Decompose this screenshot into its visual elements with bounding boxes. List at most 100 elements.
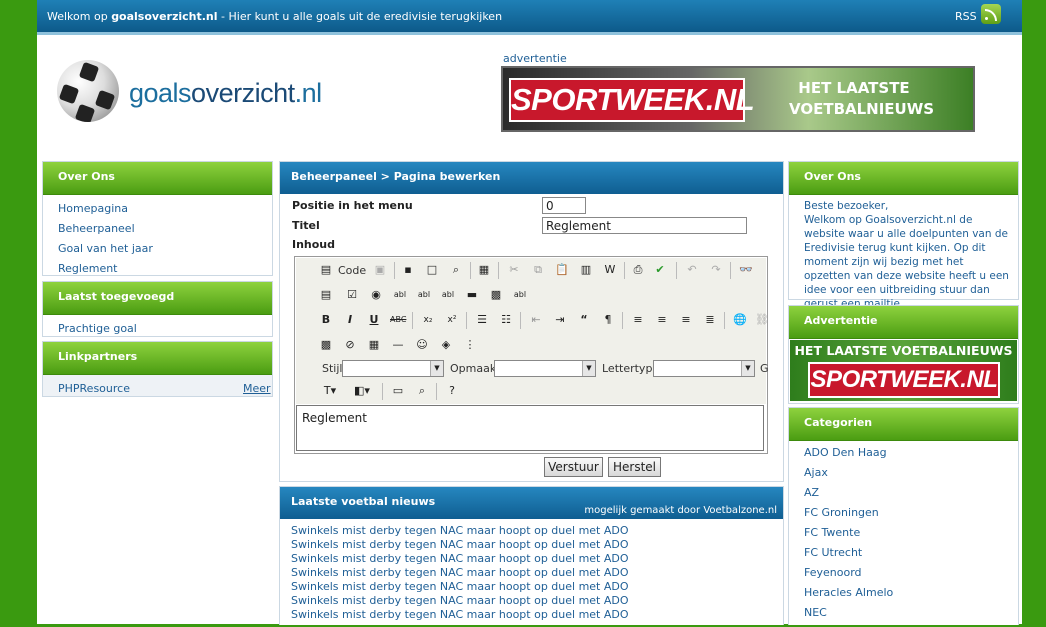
superscript-icon[interactable]: x² (444, 312, 460, 328)
rss-icon[interactable] (981, 4, 1001, 24)
copy-icon[interactable]: ⧉ (530, 262, 546, 278)
spellcheck-icon[interactable]: ✔ (652, 262, 668, 278)
code-button-label[interactable]: Code (338, 264, 366, 277)
print-icon[interactable]: ⎙ (630, 262, 646, 278)
checkbox-icon[interactable]: ☑ (344, 287, 360, 303)
content-label: Inhoud (292, 238, 336, 251)
editor-content-area[interactable]: Reglement (296, 405, 764, 451)
sportweek-side-banner[interactable]: HET LAATSTE VOETBALNIEUWS SPORTWEEK.NL (790, 340, 1017, 401)
new-page-icon[interactable]: □ (424, 262, 440, 278)
italic-icon[interactable]: I (342, 312, 358, 328)
position-input[interactable]: 0 (542, 197, 586, 214)
title-input[interactable]: Reglement (542, 217, 747, 234)
paste-text-icon[interactable]: ▥ (578, 262, 594, 278)
nav-beheerpaneel[interactable]: Beheerpaneel (58, 219, 272, 239)
text-color-icon[interactable]: T▾ (318, 383, 342, 399)
maximize-icon[interactable]: ▭ (390, 383, 406, 399)
news-item[interactable]: Swinkels mist derby tegen NAC maar hoopt… (291, 608, 783, 622)
numbered-list-icon[interactable]: ☰ (474, 312, 490, 328)
select-icon[interactable]: abl (440, 287, 456, 303)
button-icon[interactable]: ▬ (464, 287, 480, 303)
redo-icon[interactable]: ↷ (708, 262, 724, 278)
nav-goal-van-het-jaar[interactable]: Goal van het jaar (58, 239, 272, 259)
justify-icon[interactable]: ≣ (702, 312, 718, 328)
news-item[interactable]: Swinkels mist derby tegen NAC maar hoopt… (291, 538, 783, 552)
news-title-text: Laatste voetbal nieuws (291, 495, 436, 508)
welcome-site-name: goalsoverzicht.nl (111, 10, 218, 23)
save-icon[interactable]: ▪ (400, 262, 416, 278)
style-select[interactable]: ▼ (342, 360, 444, 377)
flash-icon[interactable]: ⊘ (342, 337, 358, 353)
news-item[interactable]: Swinkels mist derby tegen NAC maar hoopt… (291, 524, 783, 538)
category-link[interactable]: NEC (804, 603, 1018, 623)
horizontal-rule-icon[interactable]: — (390, 337, 406, 353)
unlink-icon[interactable]: ⛓ (754, 312, 770, 328)
paste-icon[interactable]: 📋 (554, 262, 570, 278)
div-icon[interactable]: ¶ (600, 312, 616, 328)
textarea-icon[interactable]: abl (416, 287, 432, 303)
image-button-icon[interactable]: ▩ (488, 287, 504, 303)
category-link[interactable]: FC Utrecht (804, 543, 1018, 563)
strikethrough-icon[interactable]: ABC (390, 312, 406, 328)
bold-icon[interactable]: B (318, 312, 334, 328)
undo-icon[interactable]: ↶ (684, 262, 700, 278)
outdent-icon[interactable]: ⇤ (528, 312, 544, 328)
herstel-button[interactable]: Herstel (608, 457, 661, 477)
category-link[interactable]: FC Twente (804, 523, 1018, 543)
recent-goal-link[interactable]: Prachtige goal (58, 319, 272, 339)
news-title: Laatste voetbal nieuws mogelijk gemaakt … (280, 487, 783, 519)
show-blocks-icon[interactable]: ⌕ (414, 383, 430, 399)
subscript-icon[interactable]: x₂ (420, 312, 436, 328)
link-icon[interactable]: 🌐 (732, 312, 748, 328)
align-center-icon[interactable]: ≡ (654, 312, 670, 328)
align-right-icon[interactable]: ≡ (678, 312, 694, 328)
page-break-icon[interactable]: ⋮ (462, 337, 478, 353)
smiley-icon[interactable]: ☺ (414, 337, 430, 353)
news-item[interactable]: Swinkels mist derby tegen NAC maar hoopt… (291, 566, 783, 580)
find-icon[interactable]: 👓 (738, 262, 754, 278)
font-label: Lettertype (602, 362, 660, 375)
category-link[interactable]: Feyenoord (804, 563, 1018, 583)
cut-icon[interactable]: ✂ (506, 262, 522, 278)
image-icon[interactable]: ▩ (318, 337, 334, 353)
align-left-icon[interactable]: ≡ (630, 312, 646, 328)
news-item[interactable]: Swinkels mist derby tegen NAC maar hoopt… (291, 552, 783, 566)
indent-icon[interactable]: ⇥ (552, 312, 568, 328)
bullet-list-icon[interactable]: ☷ (498, 312, 514, 328)
category-link[interactable]: Heracles Almelo (804, 583, 1018, 603)
rss-link[interactable]: RSS (955, 10, 977, 23)
templates-icon[interactable]: ▦ (476, 262, 492, 278)
underline-icon[interactable]: U (366, 312, 382, 328)
news-item[interactable]: Swinkels mist derby tegen NAC maar hoopt… (291, 594, 783, 608)
category-link[interactable]: FC Groningen (804, 503, 1018, 523)
category-link[interactable]: AZ (804, 483, 1018, 503)
news-credit[interactable]: mogelijk gemaakt door Voetbalzone.nl (584, 496, 777, 526)
nav-homepagina[interactable]: Homepagina (58, 199, 272, 219)
blockquote-icon[interactable]: “ (576, 312, 592, 328)
font-select[interactable]: ▼ (653, 360, 755, 377)
side-sportweek-logo: SPORTWEEK.NL (808, 362, 1000, 398)
sportweek-banner[interactable]: SPORTWEEK.NL HET LAATSTE VOETBALNIEUWS (501, 66, 975, 132)
verstuur-button[interactable]: Verstuur (544, 457, 603, 477)
textfield-icon[interactable]: abl (392, 287, 408, 303)
preview-icon[interactable]: ⌕ (448, 262, 464, 278)
form-icon[interactable]: ▤ (318, 287, 334, 303)
category-link[interactable]: ADO Den Haag (804, 443, 1018, 463)
partner-phpresource[interactable]: PHPResource (58, 379, 272, 399)
special-char-icon[interactable]: ◈ (438, 337, 454, 353)
format-select[interactable]: ▼ (494, 360, 596, 377)
soccer-ball-logo-icon[interactable] (57, 60, 119, 122)
hidden-field-icon[interactable]: abl (512, 287, 528, 303)
partners-more-link[interactable]: Meer (243, 379, 271, 399)
site-logo[interactable]: goalsoverzicht.nl (129, 78, 322, 109)
table-icon[interactable]: ▦ (366, 337, 382, 353)
paste-word-icon[interactable]: W (602, 262, 618, 278)
template-icon[interactable]: ▣ (372, 262, 388, 278)
nav-reglement[interactable]: Reglement (58, 259, 272, 279)
source-icon[interactable]: ▤ (318, 262, 334, 278)
background-color-icon[interactable]: ◧▾ (350, 383, 374, 399)
radio-icon[interactable]: ◉ (368, 287, 384, 303)
category-link[interactable]: Ajax (804, 463, 1018, 483)
news-item[interactable]: Swinkels mist derby tegen NAC maar hoopt… (291, 580, 783, 594)
about-icon[interactable]: ? (444, 383, 460, 399)
